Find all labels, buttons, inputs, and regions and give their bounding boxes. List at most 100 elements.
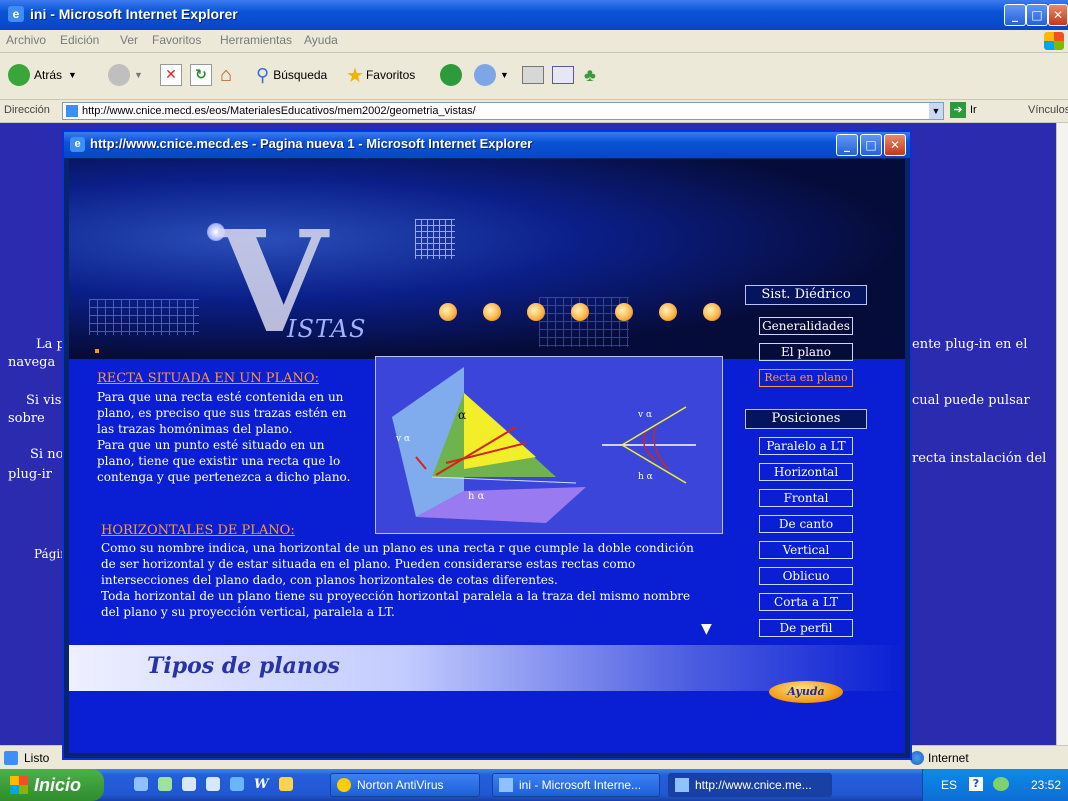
forward-button[interactable]: ▼ — [108, 63, 143, 87]
favorites-label: Favoritos — [365, 68, 416, 82]
section1-line: Para que una recta esté contenida en un — [97, 390, 344, 404]
popup-minimize-button[interactable]: _ — [836, 134, 858, 156]
ql-icon-4[interactable] — [206, 777, 220, 791]
nav-dot-6[interactable] — [659, 303, 677, 321]
search-label: Búsqueda — [273, 68, 328, 82]
bg-text-left-5: Si no — [30, 447, 64, 462]
menu-ayuda[interactable]: Ayuda — [304, 33, 338, 47]
stop-button[interactable]: ✕ — [160, 63, 182, 87]
nav-de-canto[interactable]: De canto — [759, 515, 853, 533]
section2-line: Como su nombre indica, una horizontal de… — [101, 541, 694, 555]
start-button[interactable]: Inicio — [0, 769, 104, 801]
popup-title: http://www.cnice.mecd.es - Pagina nueva … — [90, 136, 533, 151]
menu-ver[interactable]: Ver — [120, 33, 138, 47]
zone-text: Internet — [928, 751, 969, 765]
task-norton[interactable]: Norton AntiVirus — [330, 773, 480, 797]
maximize-button[interactable]: □ — [1026, 4, 1048, 26]
bg-text-right-3: recta instalación del — [912, 451, 1047, 466]
nav-vertical[interactable]: Vertical — [759, 541, 853, 559]
popup-ie-icon: e — [70, 137, 85, 152]
edit-button[interactable] — [552, 63, 574, 87]
ie-icon: e — [8, 6, 24, 22]
home-button[interactable]: ⌂ — [220, 63, 232, 87]
nav-dot-4[interactable] — [571, 303, 589, 321]
links-label[interactable]: Vínculos — [1028, 104, 1068, 116]
quicklaunch: W — [134, 777, 293, 792]
minimize-button[interactable]: _ — [1004, 4, 1026, 26]
language-indicator[interactable]: ES — [941, 778, 957, 792]
bg-text-right-1: ente plug-in en el — [912, 337, 1028, 352]
messenger-button[interactable]: ♣ — [584, 63, 596, 87]
back-dropdown-icon[interactable]: ▼ — [68, 70, 77, 80]
print-icon — [522, 66, 544, 84]
nav-dot-3[interactable] — [527, 303, 545, 321]
task-ie-cnice[interactable]: http://www.cnice.me... — [668, 773, 832, 797]
mail-button[interactable]: ▼ — [474, 63, 509, 87]
network-tray-icon[interactable] — [993, 777, 1009, 791]
task-ie-ini[interactable]: ini - Microsoft Interne... — [492, 773, 660, 797]
nav-header-posiciones: Posiciones — [745, 409, 867, 429]
ql-icon-3[interactable] — [182, 777, 196, 791]
go-label: Ir — [970, 104, 977, 116]
section1-line: contenga y que pertenezca a dicho plano. — [97, 470, 351, 484]
popup-close-button[interactable]: ✕ — [884, 134, 906, 156]
nav-oblicuo[interactable]: Oblicuo — [759, 567, 853, 585]
grid-decoration-2 — [415, 219, 455, 259]
popup-body: V ISTAS Sist. Diédrico Generalidades El … — [69, 159, 905, 753]
nav-dot-5[interactable] — [615, 303, 633, 321]
help-button[interactable]: Ayuda — [769, 681, 843, 703]
vertical-scrollbar[interactable] — [1056, 123, 1068, 745]
grid-decoration-1 — [89, 299, 199, 335]
address-dropdown-icon[interactable]: ▼ — [929, 103, 943, 119]
diagram-v-alpha-proj-label: v α — [637, 410, 652, 420]
section2-line: de ser horizontal y de estar situada en … — [101, 557, 636, 571]
popup-maximize-button[interactable]: □ — [860, 134, 882, 156]
go-button[interactable]: ➔ Ir — [950, 102, 977, 118]
ql-icon-2[interactable] — [158, 777, 172, 791]
favorites-star-icon: ★ — [346, 64, 364, 87]
mail-icon — [474, 64, 496, 86]
popup-window: e http://www.cnice.mecd.es - Pagina nuev… — [62, 130, 912, 760]
menu-favoritos[interactable]: Favoritos — [152, 33, 201, 47]
red-proj-2 — [653, 426, 669, 470]
nav-de-perfil[interactable]: De perfil — [759, 619, 853, 637]
logo-text: ISTAS — [287, 315, 367, 343]
ql-word-icon[interactable]: W — [254, 777, 269, 792]
nav-el-plano[interactable]: El plano — [759, 343, 853, 361]
address-input[interactable]: http://www.cnice.mecd.es/eos/MaterialesE… — [62, 102, 944, 120]
close-button[interactable]: ✕ — [1048, 4, 1068, 26]
search-icon: ⚲ — [256, 64, 270, 85]
menu-edicion[interactable]: Edición — [60, 33, 99, 47]
back-button[interactable]: Atrás ▼ — [8, 63, 77, 87]
nav-dot-1[interactable] — [439, 303, 457, 321]
task-norton-label: Norton AntiVirus — [357, 778, 444, 792]
edit-icon — [552, 66, 574, 84]
search-button[interactable]: ⚲ Búsqueda — [256, 63, 327, 87]
ql-ie-icon[interactable] — [134, 777, 148, 791]
nav-corta-lt[interactable]: Corta a LT — [759, 593, 853, 611]
forward-arrow-icon — [108, 64, 130, 86]
ql-icon-7[interactable] — [278, 777, 293, 791]
menu-archivo[interactable]: Archivo — [6, 33, 46, 47]
mail-dropdown-icon[interactable]: ▼ — [500, 70, 509, 80]
nav-horizontal[interactable]: Horizontal — [759, 463, 853, 481]
clock: 23:52 — [1031, 778, 1062, 792]
help-tray-icon[interactable]: ? — [969, 777, 983, 791]
nav-paralelo-lt[interactable]: Paralelo a LT — [759, 437, 853, 455]
nav-dot-2[interactable] — [483, 303, 501, 321]
print-button[interactable] — [522, 63, 544, 87]
favorites-button[interactable]: ★ Favoritos — [346, 63, 415, 87]
nav-recta-en-plano[interactable]: Recta en plano — [759, 369, 853, 387]
forward-dropdown-icon[interactable]: ▼ — [134, 70, 143, 80]
nav-dot-7[interactable] — [703, 303, 721, 321]
nav-header-sistema-diedrico: Sist. Diédrico — [745, 285, 867, 305]
scroll-down-arrow-icon[interactable]: ▼ — [701, 621, 712, 637]
orange-square — [95, 349, 99, 353]
nav-frontal[interactable]: Frontal — [759, 489, 853, 507]
ql-icon-5[interactable] — [230, 777, 244, 791]
nav-generalidades[interactable]: Generalidades — [759, 317, 853, 335]
refresh-button[interactable]: ↻ — [190, 63, 212, 87]
footer-title: Tipos de planos — [147, 653, 340, 679]
history-button[interactable] — [440, 63, 466, 87]
menu-herramientas[interactable]: Herramientas — [220, 33, 292, 47]
